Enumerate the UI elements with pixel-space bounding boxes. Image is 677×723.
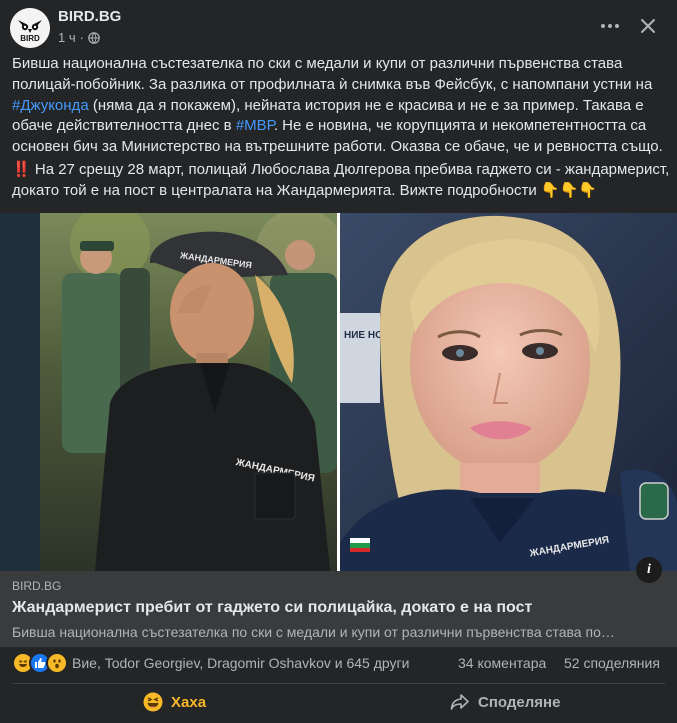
photo-right[interactable]: НИЕ НО НЕ МО [340, 213, 677, 571]
pointing-down-emoji: 👇👇👇 [540, 181, 597, 199]
paragraph-1-text-a: Бивша национална състезателка по ски с м… [12, 55, 653, 93]
post-text: Бивша национална състезателка по ски с м… [12, 54, 670, 204]
link-description: Бивша национална състезателка по ски с м… [12, 624, 615, 640]
post-actions: Хаха Споделяне [0, 686, 677, 718]
close-button[interactable] [636, 14, 660, 38]
post-time[interactable]: 1 ч [58, 30, 76, 45]
post-paragraph-2: ‼️ На 27 срещу 28 март, полицай Любослав… [12, 160, 670, 202]
page-name[interactable]: BIRD.BG [58, 8, 121, 25]
haha-emoji-icon [143, 692, 163, 712]
reactors-summary[interactable]: Вие, Todor Georgiev, Dragomir Oshavkov и… [72, 655, 409, 671]
photo-right-illustration: НИЕ НО НЕ МО [340, 213, 677, 571]
page-avatar[interactable]: BIRD [10, 8, 50, 48]
haha-label: Хаха [171, 693, 207, 711]
link-title[interactable]: Жандармерист пребит от гаджето си полица… [12, 599, 532, 617]
photo-left-illustration: ЖАНДАРМЕРИЯ ЖАНДАРМЕРИЯ [0, 213, 337, 571]
post-paragraph-1: Бивша национална състезателка по ски с м… [12, 54, 670, 158]
reaction-icons[interactable] [12, 652, 68, 674]
share-arrow-icon [450, 694, 469, 710]
comments-count[interactable]: 34 коментара [458, 655, 546, 671]
more-dots-icon [601, 24, 619, 28]
more-options-button[interactable] [598, 14, 622, 38]
post-stats: Вие, Todor Georgiev, Dragomir Oshavkov и… [0, 652, 677, 676]
post-images[interactable]: ЖАНДАРМЕРИЯ ЖАНДАРМЕРИЯ НИЕ НО ЖАНДАРМЕР… [0, 213, 677, 571]
info-button[interactable]: i [636, 557, 662, 583]
link-preview[interactable]: i BIRD.BG Жандармерист пребит от гаджето… [0, 557, 677, 647]
avatar-text: BIRD [20, 34, 40, 43]
double-exclamation-icon: ‼️ [12, 160, 31, 178]
actions-divider [12, 683, 665, 684]
link-domain: BIRD.BG [12, 579, 62, 593]
photo-left[interactable]: ЖАНДАРМЕРИЯ ЖАНДАРМЕРИЯ [0, 213, 337, 571]
post-meta: 1 ч · [58, 30, 100, 45]
shares-count[interactable]: 52 споделяния [564, 655, 660, 671]
hashtag-mvr[interactable]: #МВР [236, 117, 274, 134]
share-button[interactable]: Споделяне [450, 686, 560, 718]
facebook-post: BIRD BIRD.BG 1 ч · Бивша национална съст… [0, 0, 677, 723]
meta-separator: · [79, 30, 84, 45]
bird-logo-icon: BIRD [10, 8, 50, 48]
close-icon [641, 19, 655, 33]
share-label: Споделяне [478, 693, 561, 711]
globe-icon [88, 31, 100, 44]
hashtag-dzhukonda[interactable]: #Джуконда [12, 97, 89, 114]
haha-button[interactable]: Хаха [143, 686, 206, 718]
wow-reaction-icon [46, 652, 68, 674]
post-header: BIRD BIRD.BG 1 ч · [0, 0, 677, 52]
